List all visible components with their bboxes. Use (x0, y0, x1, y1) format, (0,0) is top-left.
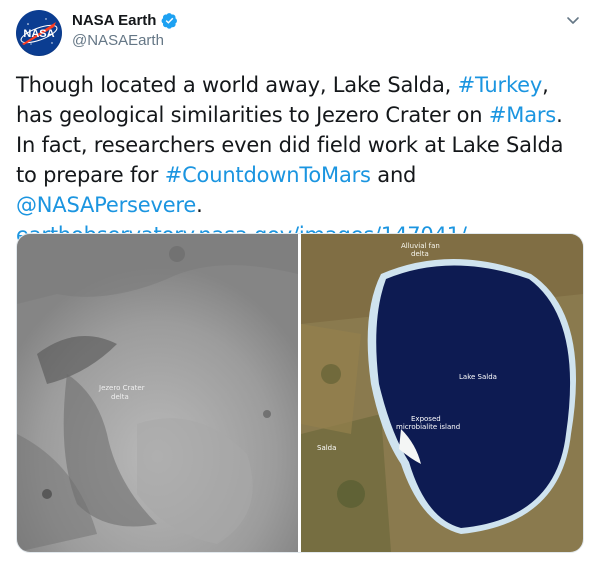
tweet-card: NASA NASA Earth @NASAEarth Though locate… (0, 0, 599, 566)
label-alluvial-fan: Alluvial fan (401, 242, 440, 250)
avatar[interactable]: NASA (16, 10, 62, 56)
chevron-down-icon[interactable] (565, 12, 581, 28)
tweet-text: Though located a world away, Lake Salda,… (16, 70, 588, 250)
label-salda: Salda (317, 444, 336, 452)
media-container: Jezero Crater delta Alluvial fan delta L… (16, 233, 584, 553)
lake-salda-image[interactable]: Alluvial fan delta Lake Salda Exposed mi… (301, 234, 583, 552)
handle[interactable]: @NASAEarth (72, 32, 178, 49)
verified-badge-icon (162, 13, 178, 29)
tweet-text-part: . (196, 193, 203, 217)
tweet-text-part: and (370, 163, 417, 187)
mention-nasapersevere-link[interactable]: @NASAPersevere (16, 193, 196, 217)
label-jezero-delta: delta (111, 393, 129, 401)
label-lake-salda: Lake Salda (459, 373, 497, 381)
label-exposed: Exposed (411, 415, 441, 423)
hashtag-countdowntomars-link[interactable]: #CountdownToMars (165, 163, 371, 187)
label-alluvial-delta: delta (411, 250, 429, 258)
account-info: NASA Earth @NASAEarth (72, 12, 178, 49)
display-name[interactable]: NASA Earth (72, 12, 156, 29)
svg-text:NASA: NASA (23, 28, 54, 40)
jezero-crater-image[interactable]: Jezero Crater delta (17, 234, 298, 552)
hashtag-turkey-link[interactable]: #Turkey (458, 73, 543, 97)
nasa-meatball-icon: NASA (17, 11, 61, 55)
hashtag-mars-link[interactable]: #Mars (489, 103, 556, 127)
label-jezero: Jezero Crater (98, 384, 145, 392)
tweet-text-part: Though located a world away, Lake Salda, (16, 73, 458, 97)
label-microbialite-island: microbialite island (396, 423, 460, 431)
